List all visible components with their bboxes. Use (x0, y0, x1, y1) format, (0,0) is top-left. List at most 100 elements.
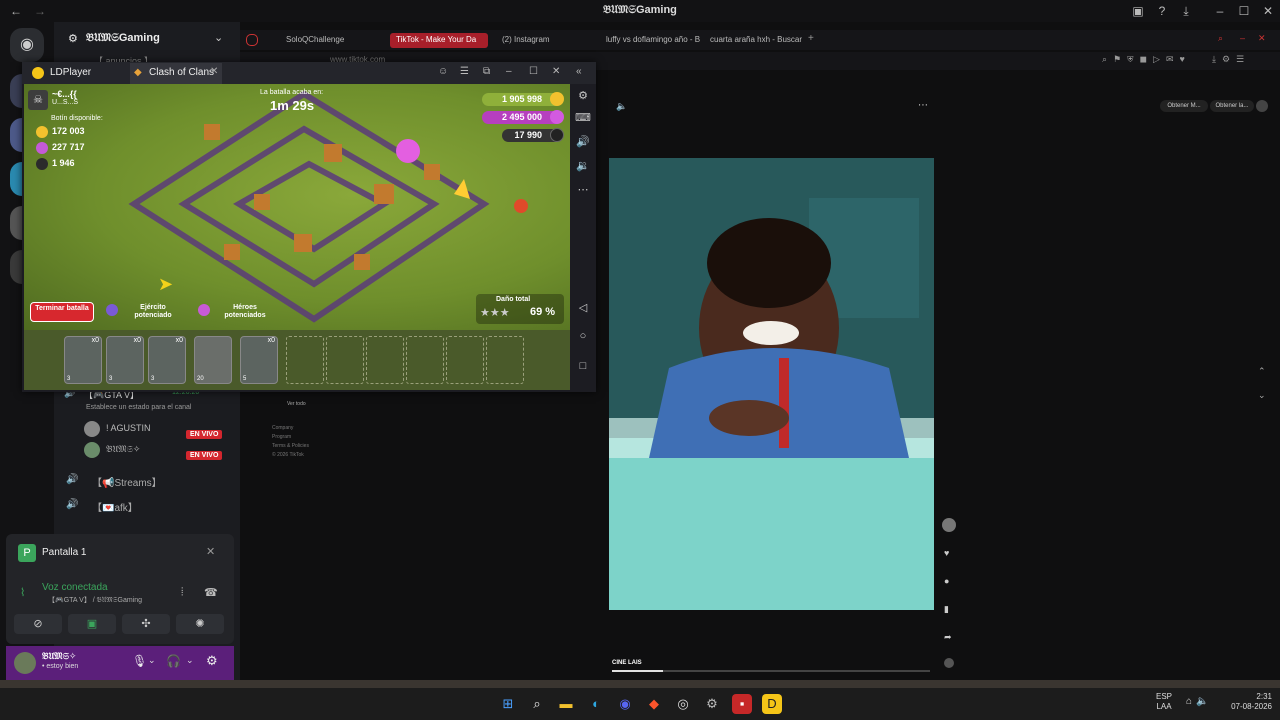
close-icon[interactable]: ✕ (206, 545, 215, 558)
voice-path[interactable]: 【🎮GTA V】 / 𝔅𝔘𝔐𝔖Gaming (48, 595, 142, 605)
server-gear-icon[interactable]: ⚙ (68, 32, 78, 45)
home-icon[interactable]: ○ (575, 328, 591, 344)
member-name[interactable]: ! AGUSTIN (106, 423, 151, 433)
minimize-button[interactable]: – (1212, 3, 1228, 19)
creator-avatar[interactable] (942, 518, 956, 532)
soundboard-button[interactable]: ✺ (176, 614, 224, 634)
close-button[interactable]: ✕ (552, 66, 560, 77)
troop-slot[interactable]: x0 3 (106, 336, 144, 384)
gear-icon[interactable]: ⚙ (206, 653, 218, 669)
bookmark-icon[interactable]: ▮ (944, 604, 949, 615)
troop-slot[interactable]: x0 5 (240, 336, 278, 384)
start-icon[interactable]: ⊞ (498, 694, 518, 714)
see-all-link[interactable]: Ver todo (287, 401, 306, 407)
video-progress[interactable] (612, 670, 930, 672)
share-icon[interactable]: ➦ (944, 632, 952, 643)
chevron-down-icon[interactable]: ⌄ (1258, 390, 1266, 401)
troop-slot[interactable]: 20 (194, 336, 232, 384)
tab-instagram[interactable]: (2) Instagram (496, 33, 592, 48)
troop-slot[interactable]: x0 3 (64, 336, 102, 384)
channel-afk[interactable]: 【💌afk】 (92, 499, 138, 514)
settings-icon[interactable]: ⚙ (575, 88, 591, 104)
tab-soloq[interactable]: SoloQChallenge (280, 33, 380, 48)
game-view[interactable]: ☠ ~€...{{ U...S...S Botín disponible: 17… (24, 84, 570, 330)
activities-button[interactable]: ✣ (122, 614, 170, 634)
footer-link[interactable]: Terms & Policies (272, 442, 309, 451)
avatar[interactable] (84, 421, 100, 437)
chevron-down-icon[interactable]: ⌄ (186, 655, 194, 666)
noise-icon[interactable]: ⦙ (181, 586, 183, 599)
user-name[interactable]: 𝔅𝔘𝔐𝔖✧ (42, 651, 76, 662)
avatar[interactable] (84, 442, 100, 458)
maximize-button[interactable]: ☐ (1236, 3, 1252, 19)
recents-icon[interactable]: □ (575, 358, 591, 374)
more-icon[interactable]: ⋯ (575, 182, 591, 198)
screen-share-button[interactable]: ▣ (68, 614, 116, 634)
menu-icon[interactable]: ☰ (460, 66, 469, 77)
maximize-button[interactable]: ☐ (529, 66, 538, 77)
account-icon[interactable]: ☺ (438, 66, 448, 77)
channel-streams[interactable]: 【📢Streams】 (92, 474, 162, 489)
footer-link[interactable]: © 2026 TikTok (272, 451, 309, 460)
help-icon[interactable]: ? (1154, 3, 1170, 19)
volume-down-icon[interactable]: 🔉 (575, 158, 591, 174)
user-status[interactable]: • estoy bien (42, 663, 78, 670)
keyboard-icon[interactable]: ⌨ (575, 110, 591, 126)
member-name[interactable]: 𝔅𝔘𝔐𝔖✧ (106, 444, 140, 455)
toolbar-icon[interactable]: ⤓⚙☰ (1212, 54, 1250, 65)
server-name[interactable]: 𝔅𝔘𝔐𝔖Gaming (86, 32, 160, 45)
tiktok-video[interactable] (609, 158, 934, 610)
chevron-down-icon[interactable]: ⌄ (148, 655, 156, 666)
footer-link[interactable]: Company (272, 424, 309, 433)
end-battle-button[interactable]: Terminar batalla (30, 302, 94, 322)
close-button[interactable]: ✕ (1260, 3, 1276, 19)
get-app-button[interactable]: Obtener M... (1160, 100, 1208, 112)
new-tab-icon[interactable]: + (808, 33, 814, 44)
ldplayer-icon[interactable]: D (762, 694, 782, 714)
comment-icon[interactable]: ● (944, 576, 949, 586)
clock[interactable]: 2:31 07-08-2026 (1222, 692, 1272, 712)
get-app-button[interactable]: Obtener la... (1210, 100, 1254, 112)
discord-icon[interactable]: ◉ (615, 694, 635, 714)
camera-off-button[interactable]: ⊘ (14, 614, 62, 634)
voice-connected[interactable]: Voz conectada (42, 582, 108, 593)
download-icon[interactable]: ⤓ (1178, 3, 1194, 19)
language-indicator[interactable]: ESP LAA (1156, 692, 1172, 712)
status-prompt[interactable]: Establece un estado para el canal (86, 404, 191, 411)
more-icon[interactable]: ⋯ (918, 100, 928, 111)
brave-icon[interactable]: ◆ (644, 694, 664, 714)
tab-cuarta[interactable]: cuarta araña hxh - Buscar (704, 33, 804, 48)
back-icon[interactable]: ◁ (575, 300, 591, 316)
close-icon[interactable]: ✕ (1258, 33, 1266, 44)
microphone-icon[interactable]: 🎙 (132, 654, 147, 668)
search-icon[interactable]: ⌕ (1218, 33, 1223, 44)
settings-icon[interactable]: ⚙ (702, 694, 722, 714)
folder-icon[interactable]: ▬ (556, 694, 576, 714)
like-icon[interactable]: ♥ (944, 548, 949, 558)
tab-label[interactable]: Clash of Clans (149, 67, 214, 78)
disconnect-icon[interactable]: ☎ (204, 586, 218, 599)
brave-icon[interactable] (246, 34, 258, 46)
collapse-icon[interactable]: « (576, 66, 582, 77)
extensions-icon[interactable]: ⌕⚑⛨◼▷✉♥ (1102, 54, 1191, 65)
edge-icon[interactable]: ◐ (586, 694, 606, 714)
discord-home-icon[interactable]: ◉ (10, 28, 44, 62)
search-icon[interactable]: ⌕ (527, 694, 547, 714)
footer-link[interactable]: Program (272, 433, 309, 442)
obs-icon[interactable]: ◎ (673, 694, 693, 714)
headphones-icon[interactable]: 🎧 (166, 654, 181, 668)
tab-tiktok[interactable]: TikTok - Make Your Da (390, 33, 488, 48)
app-icon[interactable]: ▪ (732, 694, 752, 714)
minimize-button[interactable]: – (506, 66, 512, 77)
army-boost-button[interactable]: Ejército potenciado (124, 304, 182, 320)
screen-icon[interactable]: ⧉ (483, 66, 490, 77)
avatar[interactable] (1256, 100, 1268, 112)
troop-slot[interactable]: x0 3 (148, 336, 186, 384)
avatar[interactable] (14, 652, 36, 674)
chevron-down-icon[interactable]: ⌄ (214, 31, 223, 44)
mute-icon[interactable]: 🔈 (616, 101, 627, 112)
inbox-icon[interactable]: ▣ (1130, 3, 1146, 19)
music-icon[interactable] (944, 658, 954, 668)
close-tab-icon[interactable]: ✕ (210, 66, 218, 77)
minimize-icon[interactable]: – (1240, 33, 1245, 43)
